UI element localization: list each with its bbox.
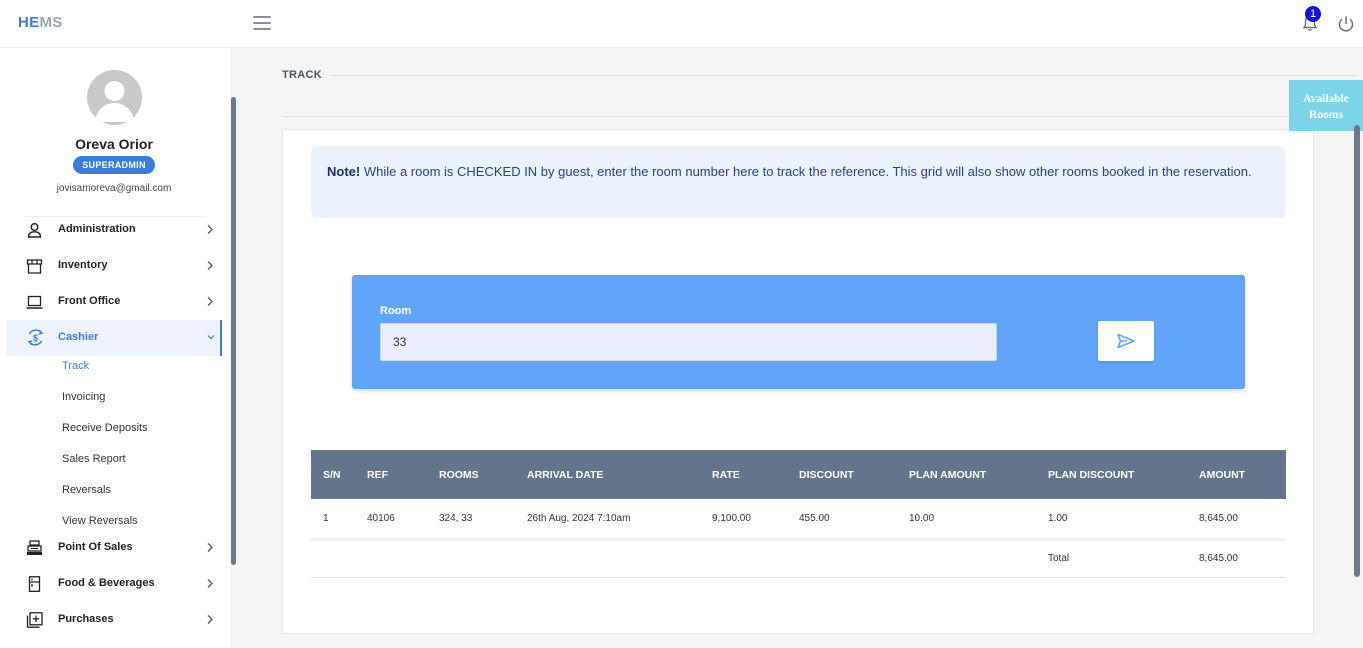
- cell-rooms: 324, 33: [427, 499, 515, 541]
- sidebar-item-label: Food & Beverages: [58, 577, 155, 589]
- add-box-icon: [26, 612, 43, 628]
- col-amount: AMOUNT: [1187, 450, 1286, 499]
- fridge-icon: [28, 576, 41, 592]
- svg-text:$: $: [33, 333, 38, 343]
- sidebar-subitem-sales-report[interactable]: Sales Report: [62, 453, 126, 465]
- chevron-right-icon: [207, 261, 213, 270]
- page-title: TRACK: [282, 69, 322, 81]
- sidebar: Oreva Orior SUPERADMIN jovisamoreva@gmai…: [0, 48, 230, 648]
- main-scrollbar[interactable]: [1354, 125, 1360, 577]
- chevron-right-icon: [207, 297, 213, 306]
- sidebar-subitem-receive-deposits[interactable]: Receive Deposits: [62, 422, 148, 434]
- submit-track-button[interactable]: [1098, 321, 1154, 361]
- chevron-right-icon: [207, 615, 213, 624]
- cell-arrival-date: 26th Aug, 2024 7:10am: [515, 499, 700, 541]
- sidebar-subitem-view-reversals[interactable]: View Reversals: [62, 515, 138, 527]
- cell-plan-amount: 10.00: [897, 499, 1036, 541]
- note-prefix: Note!: [327, 164, 361, 179]
- col-ref: REF: [355, 450, 427, 499]
- chevron-down-icon: [207, 335, 215, 340]
- total-value: 8,645.00: [1187, 539, 1286, 578]
- app-logo[interactable]: HEMS: [18, 14, 63, 31]
- user-silhouette-icon: [95, 81, 134, 122]
- sidebar-item-label: Administration: [58, 223, 136, 235]
- role-badge: SUPERADMIN: [73, 156, 155, 174]
- avatar: [87, 70, 142, 125]
- sidebar-item-label: Front Office: [58, 295, 121, 307]
- top-bar: HEMS 1: [0, 0, 1363, 48]
- cell-ref: 40106: [355, 499, 427, 541]
- user-email: jovisamoreva@gmail.com: [56, 183, 172, 194]
- cell-sn: 1: [311, 499, 355, 541]
- content-divider: [282, 116, 1356, 117]
- sidebar-item-administration[interactable]: Administration: [6, 212, 222, 248]
- sidebar-item-front-office[interactable]: Front Office: [6, 284, 222, 320]
- table-header-row: S/N REF ROOMS ARRIVAL DATE RATE DISCOUNT…: [311, 450, 1286, 499]
- sidebar-subitem-track[interactable]: Track: [62, 360, 89, 372]
- cell-plan-discount: 1.00: [1036, 499, 1187, 541]
- title-divider: [331, 75, 1356, 76]
- sidebar-item-label: Inventory: [58, 259, 108, 271]
- note-text: While a room is CHECKED IN by guest, ent…: [360, 164, 1252, 179]
- sidebar-subitem-reversals[interactable]: Reversals: [62, 484, 111, 496]
- table-row: 1 40106 324, 33 26th Aug, 2024 7:10am 9,…: [311, 499, 1286, 541]
- room-label: Room: [380, 305, 412, 317]
- room-input[interactable]: [380, 323, 997, 361]
- chevron-right-icon: [207, 579, 213, 588]
- cash-register-icon: [27, 540, 42, 555]
- col-rooms: ROOMS: [427, 450, 515, 499]
- track-form-panel: Room: [352, 275, 1245, 389]
- sidebar-item-label: Cashier: [58, 331, 99, 343]
- store-icon: [26, 259, 43, 274]
- sidebar-item-point-of-sales[interactable]: Point Of Sales: [6, 530, 222, 566]
- cell-rate: 9,100.00: [700, 499, 787, 541]
- sidebar-item-label: Point Of Sales: [58, 541, 133, 553]
- sidebar-subitem-invoicing[interactable]: Invoicing: [62, 391, 105, 403]
- note-alert: Note! While a room is CHECKED IN by gues…: [311, 146, 1285, 218]
- col-plan-amount: PLAN AMOUNT: [897, 450, 1036, 499]
- col-rate: RATE: [700, 450, 787, 499]
- available-rooms-line2: Rooms: [1309, 109, 1343, 121]
- sidebar-item-food-beverages[interactable]: Food & Beverages: [6, 566, 222, 602]
- laptop-icon: [26, 295, 43, 309]
- col-sn: S/N: [311, 450, 355, 499]
- sidebar-item-inventory[interactable]: Inventory: [6, 248, 222, 284]
- sidebar-item-cashier[interactable]: $ Cashier: [6, 320, 222, 356]
- sidebar-scrollbar[interactable]: [231, 97, 236, 565]
- chevron-right-icon: [207, 225, 213, 234]
- table-total-row: Total 8,645.00: [311, 539, 1286, 578]
- total-label: Total: [1036, 539, 1187, 578]
- chevron-right-icon: [207, 543, 213, 552]
- col-plan-discount: PLAN DISCOUNT: [1036, 450, 1187, 499]
- cell-discount: 455.00: [787, 499, 897, 541]
- cell-amount: 8,645.00: [1187, 499, 1286, 541]
- sidebar-item-label: Purchases: [58, 613, 114, 625]
- send-icon: [1117, 333, 1135, 349]
- user-icon: [27, 223, 42, 238]
- user-name: Oreva Orior: [75, 136, 153, 152]
- sidebar-item-purchases[interactable]: Purchases: [6, 602, 222, 638]
- col-arrival-date: ARRIVAL DATE: [515, 450, 700, 499]
- available-rooms-button[interactable]: Available Rooms: [1289, 80, 1363, 131]
- logo-part-b: MS: [39, 14, 63, 31]
- power-icon[interactable]: [1337, 15, 1355, 33]
- notification-badge: 1: [1305, 6, 1321, 22]
- col-discount: DISCOUNT: [787, 450, 897, 499]
- track-results-table: S/N REF ROOMS ARRIVAL DATE RATE DISCOUNT…: [311, 450, 1286, 578]
- logo-part-a: HE: [18, 14, 40, 31]
- currency-exchange-icon: $: [27, 329, 44, 346]
- track-card: Note! While a room is CHECKED IN by gues…: [282, 129, 1314, 634]
- available-rooms-line1: Available: [1303, 93, 1349, 105]
- menu-toggle-icon[interactable]: [253, 16, 271, 30]
